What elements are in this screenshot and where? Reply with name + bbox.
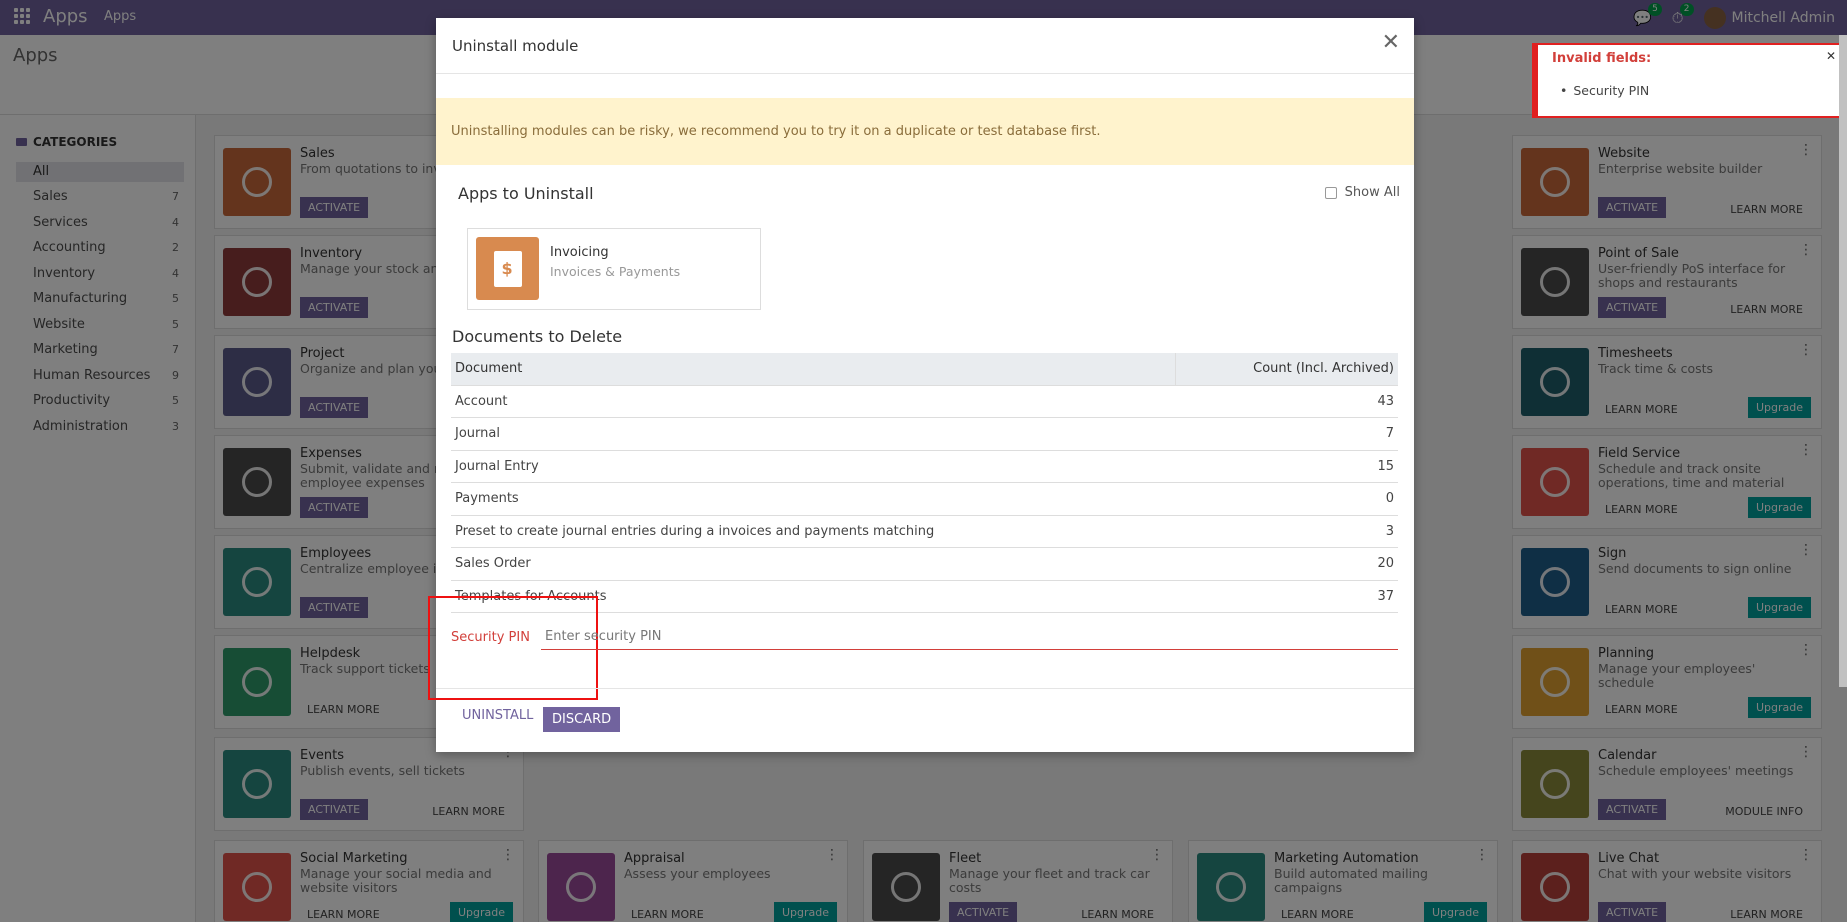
security-pin-input[interactable] (541, 624, 1398, 650)
show-all-label: Show All (1344, 185, 1400, 200)
show-all-checkbox[interactable] (1324, 186, 1337, 199)
uninstall-button[interactable]: UNINSTALL (462, 708, 533, 723)
invalid-fields-notification: Invalid fields: ✕ Security PIN (1532, 43, 1844, 118)
modal-title: Uninstall module (452, 37, 579, 55)
column-header-count[interactable]: Count (Incl. Archived) (1175, 353, 1398, 386)
table-row: Payments 0 (451, 482, 1398, 516)
document-name: Sales Order (451, 547, 1176, 581)
apps-to-uninstall-title: Apps to Uninstall (458, 184, 594, 203)
app-name: Invoicing (550, 245, 609, 260)
documents-to-delete-title: Documents to Delete (452, 327, 623, 346)
document-name: Journal Entry (451, 450, 1176, 483)
divider (436, 73, 1414, 74)
documents-table: Document Count (Incl. Archived) Account 4… (451, 353, 1398, 613)
document-count: 20 (1175, 547, 1398, 581)
warning-alert: Uninstalling modules can be risky, we re… (436, 98, 1414, 165)
document-count: 43 (1175, 385, 1398, 418)
table-row: Journal Entry 15 (451, 450, 1398, 483)
show-all-toggle[interactable]: Show All (1324, 185, 1400, 200)
security-pin-label: Security PIN (451, 630, 530, 645)
discard-button[interactable]: DISCARD (543, 707, 621, 732)
notification-title: Invalid fields: (1552, 51, 1652, 66)
close-icon[interactable]: ✕ (1826, 49, 1836, 63)
page-scrollbar[interactable] (1839, 35, 1847, 687)
app-summary: Invoices & Payments (550, 264, 681, 279)
table-row: Journal 7 (451, 417, 1398, 451)
document-name: Journal (451, 417, 1176, 451)
document-name: Account (451, 385, 1176, 418)
divider (436, 688, 1414, 689)
document-name: Preset to create journal entries during … (451, 515, 1176, 548)
document-count: 0 (1175, 482, 1398, 516)
invoice-icon (476, 237, 539, 300)
document-count: 15 (1175, 450, 1398, 483)
document-count: 37 (1175, 580, 1398, 613)
app-card-invoicing: Invoicing Invoices & Payments (467, 228, 761, 310)
uninstall-dialog: Uninstall module ✕ Uninstalling modules … (428, 18, 1414, 752)
table-row: Sales Order 20 (451, 547, 1398, 581)
document-count: 3 (1175, 515, 1398, 548)
table-row: Account 43 (451, 385, 1398, 418)
document-count: 7 (1175, 417, 1398, 451)
close-icon[interactable]: ✕ (1382, 30, 1400, 55)
invalid-field-item: Security PIN (1560, 83, 1649, 98)
column-header-document[interactable]: Document (451, 353, 1177, 386)
table-row: Preset to create journal entries during … (451, 515, 1398, 548)
document-name: Payments (451, 482, 1176, 516)
